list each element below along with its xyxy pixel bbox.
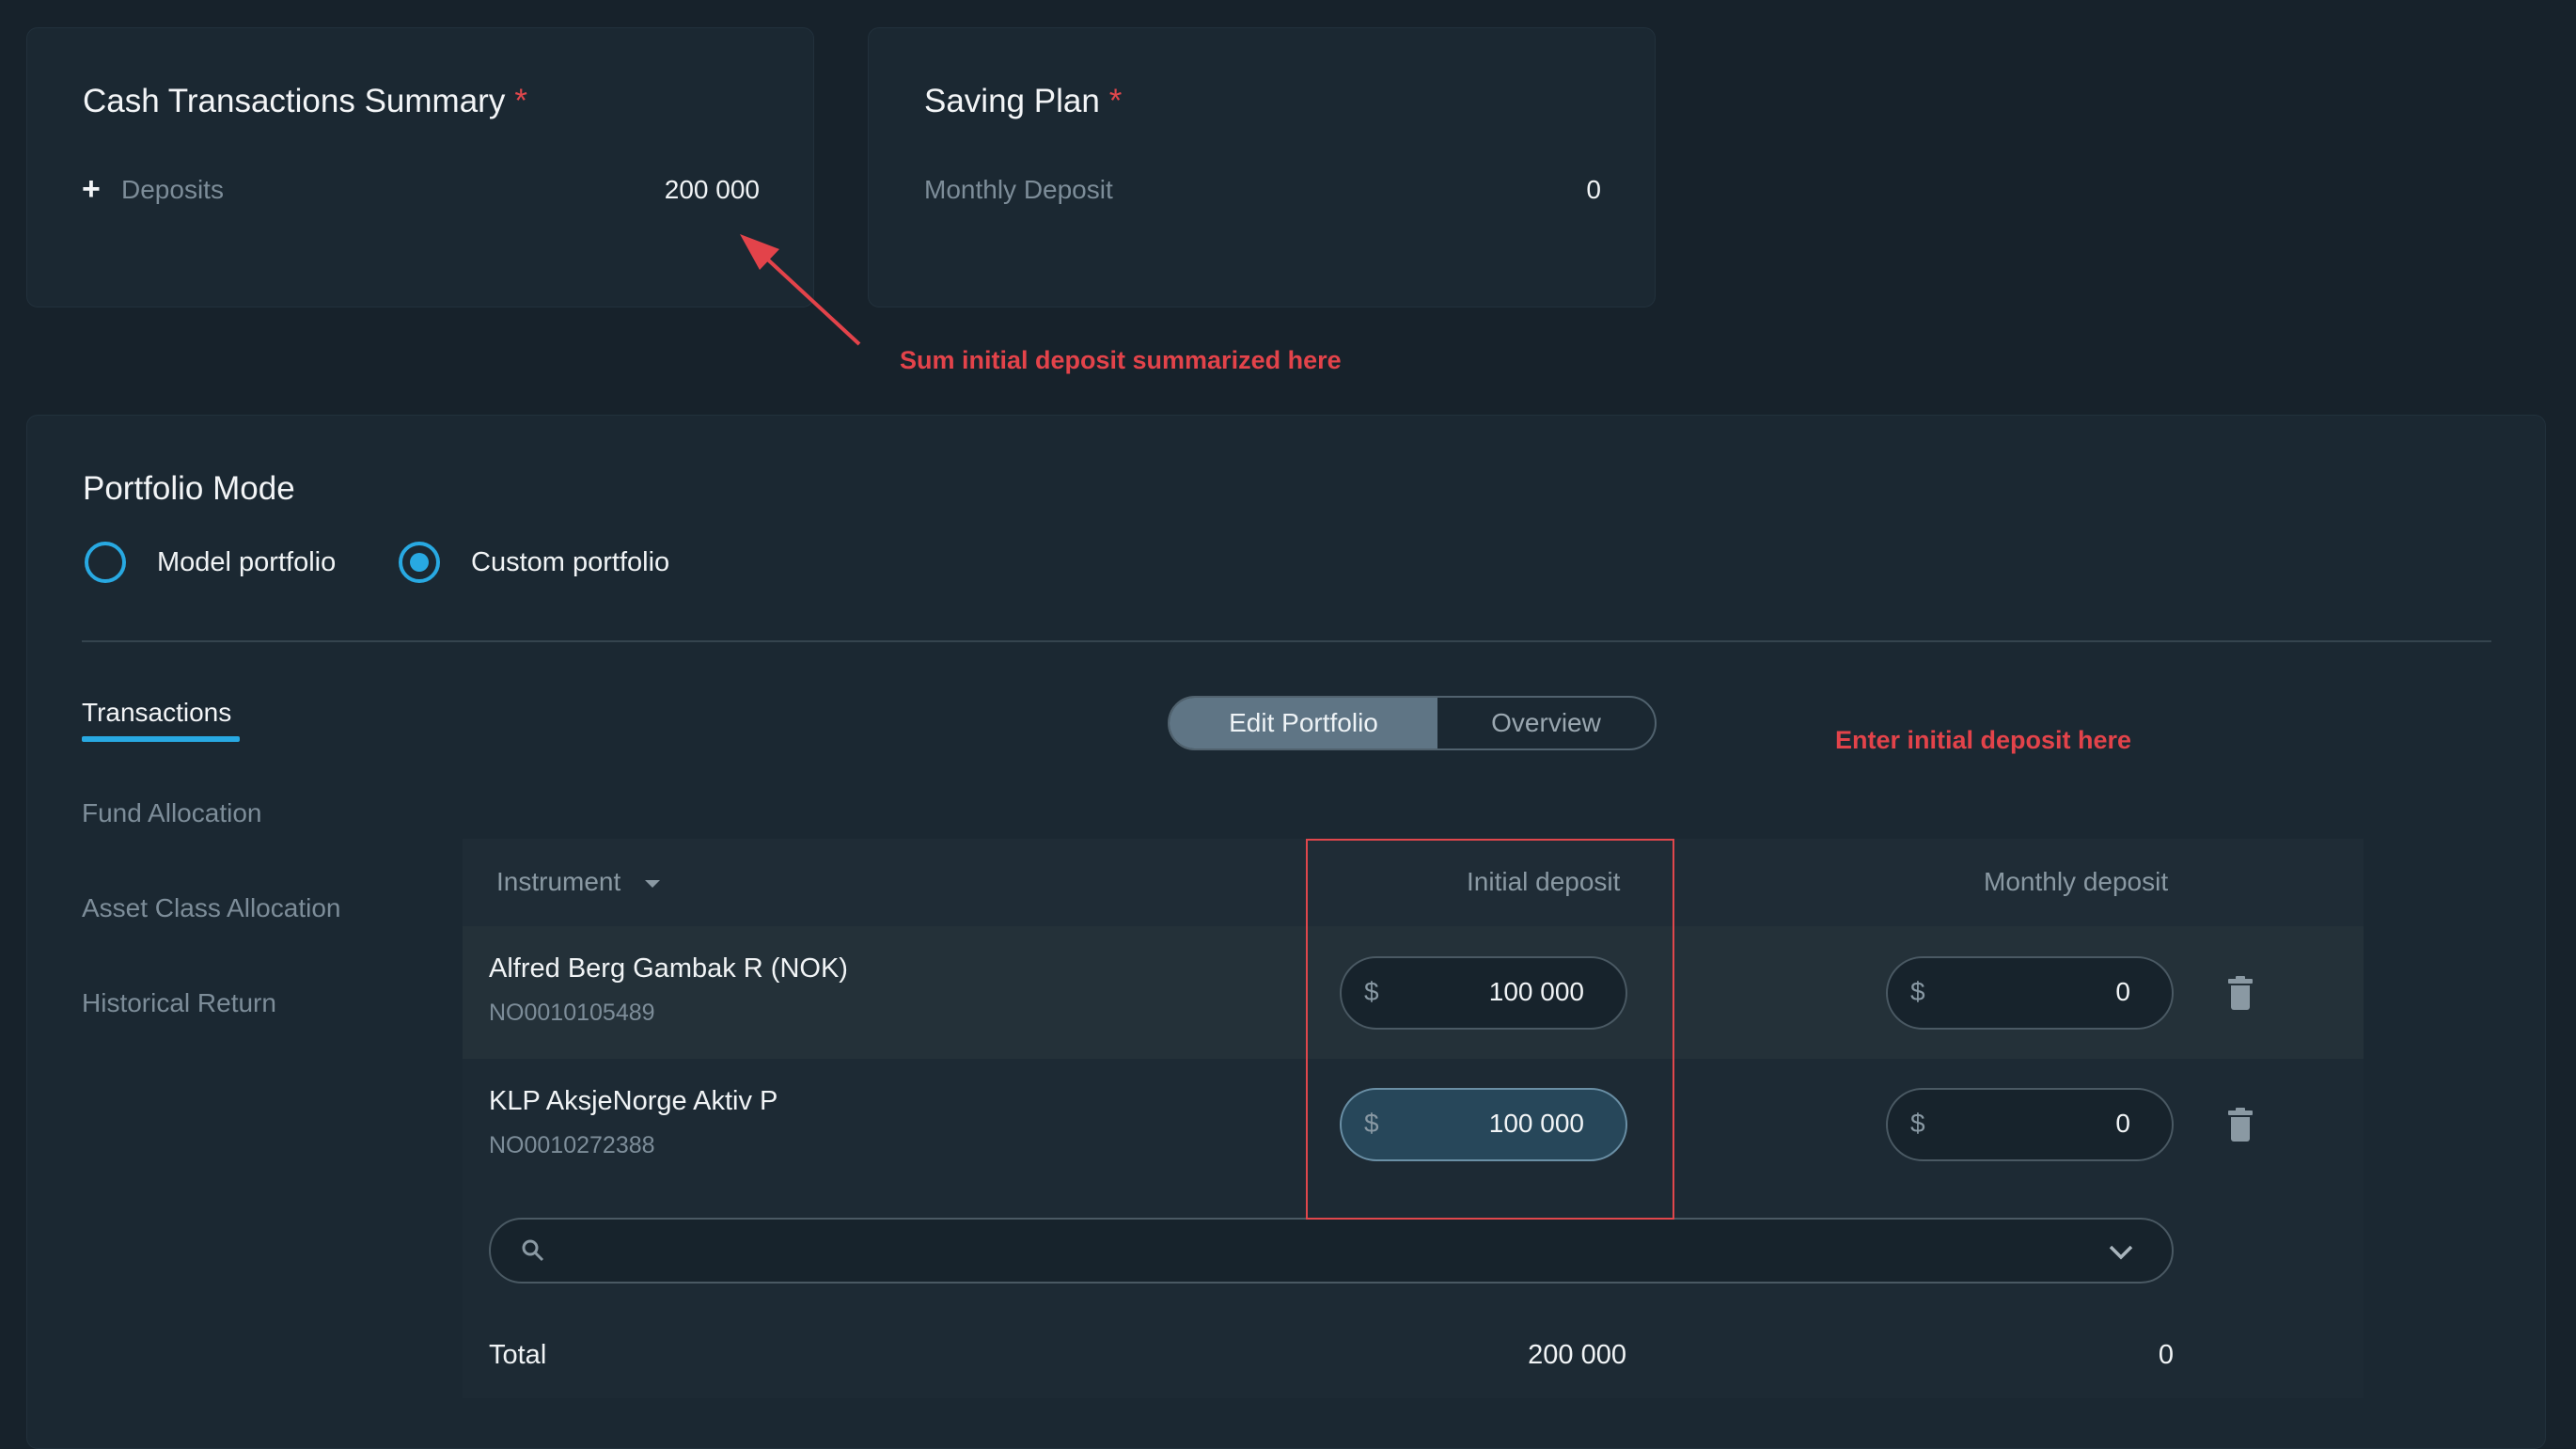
saving-plan-title: Saving Plan * — [924, 83, 1122, 120]
delete-icon[interactable] — [2228, 1108, 2253, 1142]
total-initial-value: 200 000 — [1528, 1340, 1626, 1370]
instrument-isin: NO0010272388 — [489, 1132, 655, 1158]
custom-portfolio-radio[interactable] — [399, 542, 440, 583]
monthly-deposit-header: Monthly deposit — [1984, 867, 2169, 896]
custom-portfolio-label[interactable]: Custom portfolio — [471, 547, 669, 578]
view-toggle: Edit Portfolio Overview — [1168, 696, 1657, 750]
overview-button[interactable]: Overview — [1437, 698, 1655, 748]
annotation-enter-note: Enter initial deposit here — [1835, 726, 2132, 754]
tab-fund-allocation[interactable]: Fund Allocation — [82, 798, 261, 828]
required-mark: * — [514, 83, 527, 119]
model-portfolio-label[interactable]: Model portfolio — [157, 547, 336, 578]
cash-summary-title-text: Cash Transactions Summary — [83, 83, 506, 119]
portfolio-mode-title: Portfolio Mode — [83, 470, 295, 507]
annotation-sum-note: Sum initial deposit summarized here — [900, 346, 1342, 374]
total-monthly-value: 0 — [2158, 1340, 2174, 1370]
search-input[interactable] — [562, 1233, 2066, 1268]
instrument-column-header[interactable]: Instrument — [496, 867, 661, 897]
total-label: Total — [489, 1340, 547, 1370]
edit-portfolio-button[interactable]: Edit Portfolio — [1170, 698, 1437, 748]
tab-asset-class-allocation[interactable]: Asset Class Allocation — [82, 893, 340, 923]
instrument-name: Alfred Berg Gambak R (NOK) — [489, 953, 848, 984]
search-icon — [522, 1239, 544, 1262]
sort-down-icon — [645, 879, 661, 888]
instrument-isin: NO0010105489 — [489, 1000, 655, 1026]
tab-transactions[interactable]: Transactions — [82, 698, 231, 728]
deposits-label: Deposits — [121, 175, 224, 204]
monthly-deposit-value: 0 — [1586, 175, 1601, 204]
saving-plan-title-text: Saving Plan — [924, 83, 1100, 119]
chevron-down-icon[interactable] — [2108, 1244, 2134, 1261]
saving-plan-card: Saving Plan * Monthly Deposit 0 — [868, 27, 1656, 307]
required-mark: * — [1108, 83, 1123, 119]
model-portfolio-radio[interactable] — [85, 542, 126, 583]
cash-summary-card: Cash Transactions Summary * + Deposits 20… — [26, 27, 814, 307]
currency-symbol: $ — [1910, 1109, 1925, 1138]
monthly-deposit-value: 0 — [2115, 1109, 2130, 1138]
deposits-value: 200 000 — [664, 175, 760, 204]
monthly-deposit-value: 0 — [2115, 977, 2130, 1006]
expand-deposits-button[interactable]: + — [82, 171, 101, 208]
instrument-header-label: Instrument — [496, 867, 621, 896]
monthly-deposit-input[interactable]: $ 0 — [1886, 1088, 2174, 1161]
tab-historical-return[interactable]: Historical Return — [82, 988, 276, 1018]
delete-icon[interactable] — [2228, 976, 2253, 1010]
cash-summary-title: Cash Transactions Summary * — [83, 83, 527, 120]
radio-selected-dot — [410, 553, 429, 572]
currency-symbol: $ — [1910, 977, 1925, 1006]
monthly-deposit-input[interactable]: $ 0 — [1886, 956, 2174, 1030]
instrument-name: KLP AksjeNorge Aktiv P — [489, 1086, 778, 1116]
monthly-deposit-label: Monthly Deposit — [924, 175, 1113, 204]
tab-transactions-underline — [82, 736, 240, 742]
divider — [82, 640, 2491, 642]
initial-deposit-highlight — [1306, 839, 1674, 1220]
instrument-search-select[interactable] — [489, 1218, 2174, 1284]
